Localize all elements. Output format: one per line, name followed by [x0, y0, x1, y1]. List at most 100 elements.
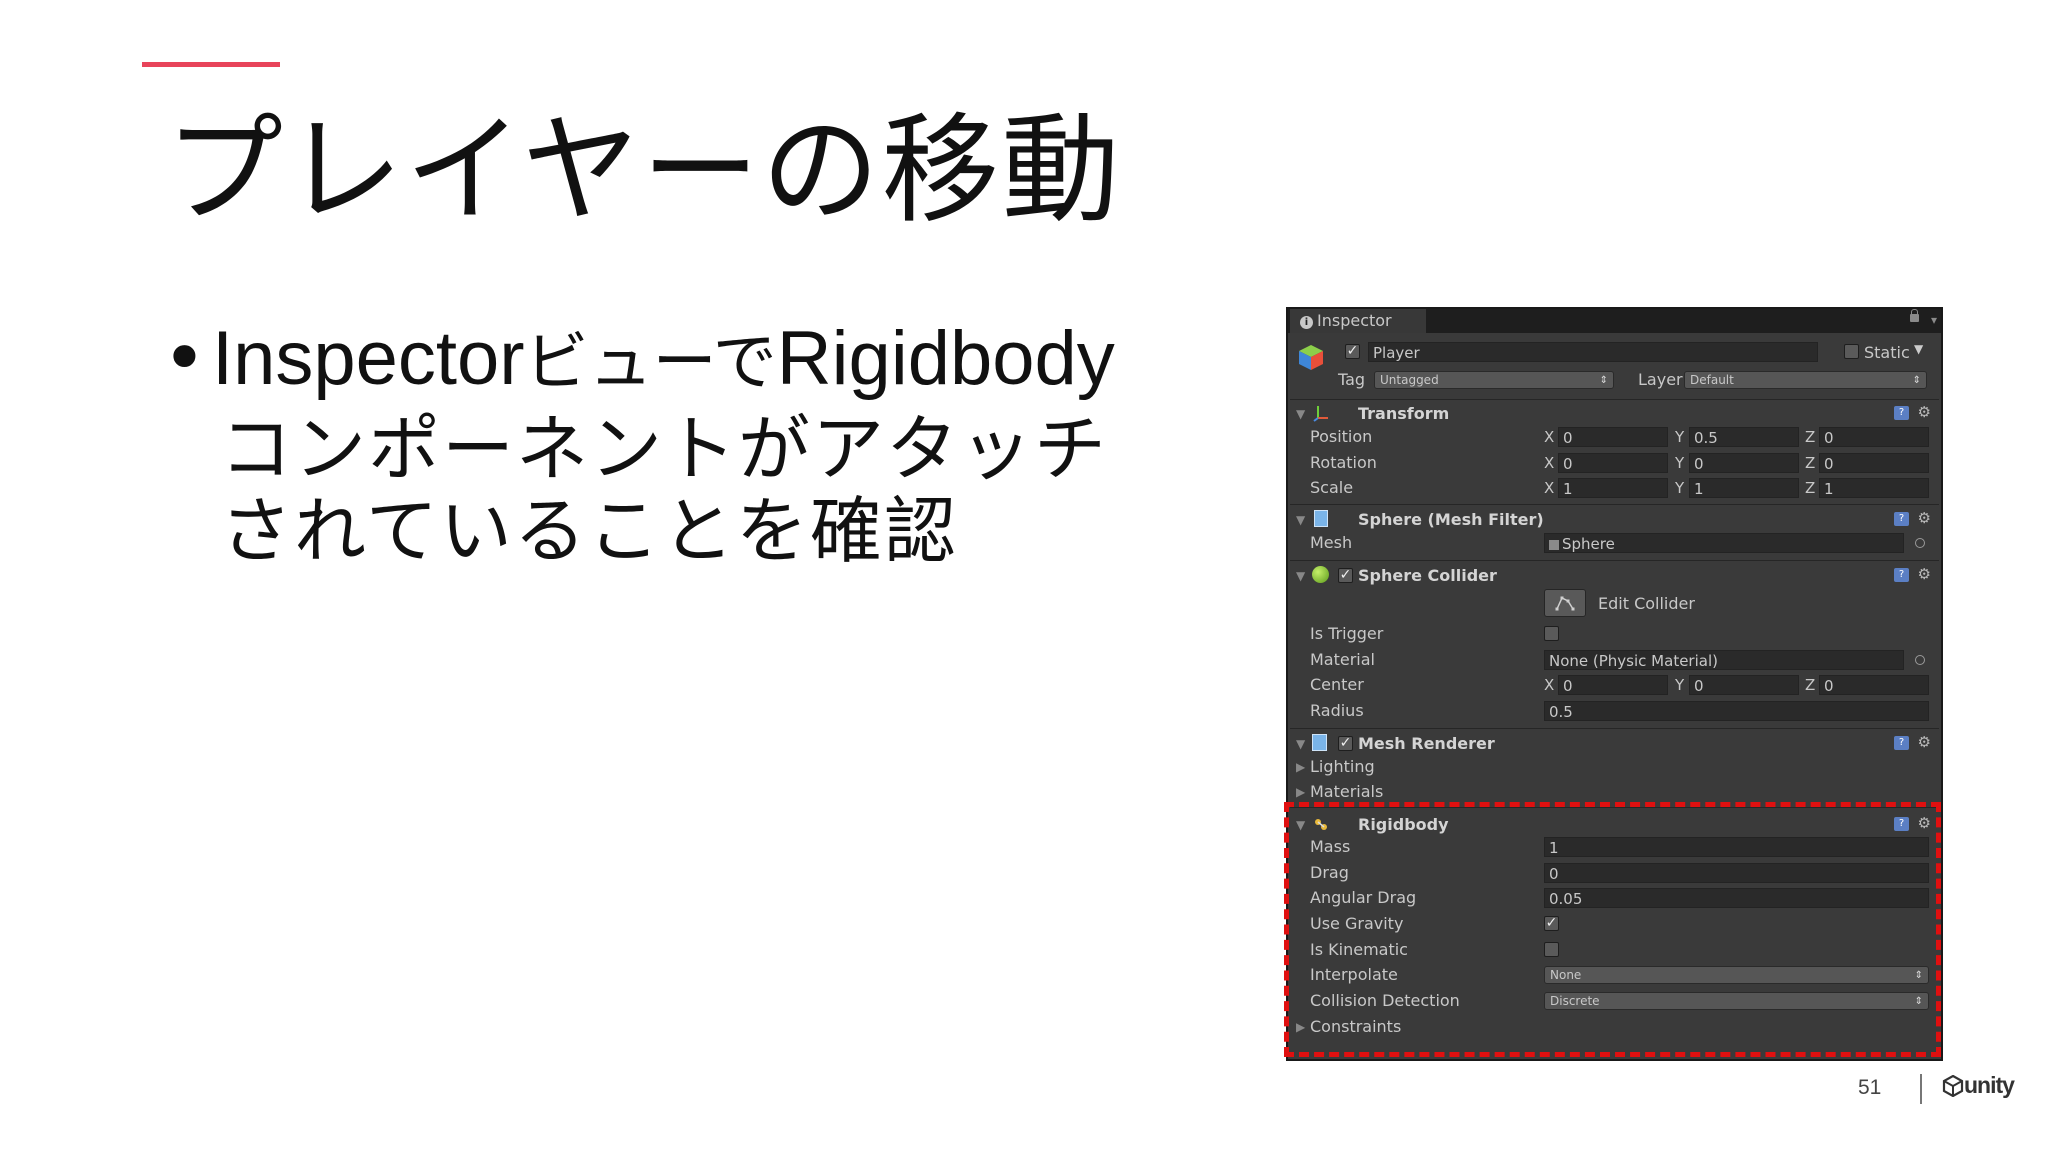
tag-dropdown[interactable]: Untagged ⇕	[1374, 371, 1614, 389]
edit-collider-button[interactable]	[1544, 589, 1586, 617]
mesh-renderer-enabled-checkbox[interactable]: ✓	[1338, 736, 1353, 751]
bullet-text-rigidbody: Rigidbody	[776, 316, 1115, 401]
edit-collider-label: Edit Collider	[1598, 594, 1695, 613]
interpolate-label: Interpolate	[1310, 965, 1398, 984]
fold-right-icon[interactable]: ▶	[1296, 760, 1305, 774]
static-dropdown-icon[interactable]: ▼	[1914, 342, 1923, 356]
object-picker-icon[interactable]	[1915, 655, 1925, 665]
axis-x-label: X	[1544, 428, 1555, 446]
sphere-collider-header[interactable]: ▼ ✓ Sphere Collider ? ⚙	[1288, 563, 1941, 587]
tag-dropdown-value: Untagged	[1380, 373, 1439, 387]
fold-down-icon[interactable]: ▼	[1296, 569, 1305, 583]
transform-title: Transform	[1358, 404, 1450, 423]
is-kinematic-checkbox[interactable]	[1544, 942, 1559, 957]
separator	[1290, 807, 1939, 808]
fold-down-icon[interactable]: ▼	[1296, 513, 1305, 527]
help-icon[interactable]: ?	[1894, 736, 1909, 750]
collision-detection-dropdown[interactable]: Discrete ⇕	[1544, 992, 1929, 1010]
tag-label: Tag	[1338, 370, 1366, 389]
mesh-renderer-title: Mesh Renderer	[1358, 734, 1495, 753]
transform-icon	[1313, 406, 1328, 422]
position-z-field[interactable]: 0	[1819, 427, 1929, 447]
static-label: Static	[1864, 343, 1910, 362]
drag-field[interactable]: 0	[1544, 863, 1929, 883]
fold-down-icon[interactable]: ▼	[1296, 737, 1305, 751]
bullet-line-1: InspectorビューでRigidbody	[212, 315, 1115, 406]
scale-x-field[interactable]: 1	[1558, 478, 1668, 498]
drag-label: Drag	[1310, 863, 1349, 882]
separator	[1290, 504, 1939, 505]
rotation-x-field[interactable]: 0	[1558, 453, 1668, 473]
scale-y-field[interactable]: 1	[1689, 478, 1799, 498]
scale-z-field[interactable]: 1	[1819, 478, 1929, 498]
footer-divider	[1920, 1074, 1922, 1104]
title-accent-line	[142, 62, 280, 67]
mesh-filter-title: Sphere (Mesh Filter)	[1358, 510, 1544, 529]
dropdown-arrows-icon: ⇕	[1914, 996, 1923, 1007]
collision-detection-dropdown-value: Discrete	[1550, 994, 1600, 1008]
position-y-field[interactable]: 0.5	[1689, 427, 1799, 447]
transform-header[interactable]: ▼ Transform ? ⚙	[1288, 401, 1941, 425]
rigidbody-header[interactable]: ▼ Rigidbody ? ⚙	[1288, 812, 1941, 836]
mesh-value: Sphere	[1562, 535, 1615, 553]
fold-right-icon[interactable]: ▶	[1296, 785, 1305, 799]
mesh-renderer-header[interactable]: ▼ ✓ Mesh Renderer ? ⚙	[1288, 731, 1941, 755]
constraints-foldout[interactable]: Constraints	[1310, 1017, 1401, 1036]
axis-y-label: Y	[1675, 428, 1685, 446]
lighting-foldout[interactable]: Lighting	[1310, 757, 1375, 776]
axis-z-label: Z	[1805, 676, 1816, 694]
gear-icon[interactable]: ⚙	[1918, 565, 1931, 583]
center-z-field[interactable]: 0	[1819, 675, 1929, 695]
layer-dropdown[interactable]: Default ⇕	[1684, 371, 1927, 389]
gameobject-name-field[interactable]: Player	[1368, 342, 1818, 362]
separator	[1290, 560, 1939, 561]
interpolate-dropdown[interactable]: None ⇕	[1544, 966, 1929, 984]
gear-icon[interactable]: ⚙	[1918, 733, 1931, 751]
rotation-y-field[interactable]: 0	[1689, 453, 1799, 473]
tab-menu-icon[interactable]: ▾	[1931, 313, 1937, 327]
mesh-object-field[interactable]: Sphere	[1544, 533, 1904, 553]
position-x-field[interactable]: 0	[1558, 427, 1668, 447]
gameobject-active-checkbox[interactable]: ✓	[1345, 344, 1360, 359]
lock-icon[interactable]	[1910, 309, 1919, 322]
axis-z-label: Z	[1805, 454, 1816, 472]
unity-cube-icon	[1942, 1075, 1964, 1097]
object-picker-icon[interactable]	[1915, 538, 1925, 548]
radius-field[interactable]: 0.5	[1544, 701, 1929, 721]
static-checkbox[interactable]	[1844, 344, 1859, 359]
fold-right-icon[interactable]: ▶	[1296, 1020, 1305, 1034]
dropdown-arrows-icon: ⇕	[1599, 375, 1608, 386]
sphere-collider-enabled-checkbox[interactable]: ✓	[1338, 568, 1353, 583]
center-y-field[interactable]: 0	[1689, 675, 1799, 695]
mesh-filter-header[interactable]: ▼ Sphere (Mesh Filter) ? ⚙	[1288, 507, 1941, 531]
center-x-field[interactable]: 0	[1558, 675, 1668, 695]
angular-drag-field[interactable]: 0.05	[1544, 888, 1929, 908]
gear-icon[interactable]: ⚙	[1918, 403, 1931, 421]
axis-y-label: Y	[1675, 676, 1685, 694]
inspector-tab-bar: i Inspector ▾	[1288, 309, 1941, 333]
separator	[1290, 728, 1939, 729]
help-icon[interactable]: ?	[1894, 512, 1909, 526]
unity-logo: unity	[1942, 1072, 2016, 1102]
tab-inspector-label: Inspector	[1317, 311, 1392, 330]
fold-down-icon[interactable]: ▼	[1296, 407, 1305, 421]
dropdown-arrows-icon: ⇕	[1914, 970, 1923, 981]
inspector-panel: i Inspector ▾ ✓ Player Static ▼ Tag Untag…	[1286, 307, 1943, 1061]
scale-label: Scale	[1310, 478, 1354, 497]
rotation-z-field[interactable]: 0	[1819, 453, 1929, 473]
separator	[1290, 399, 1939, 400]
use-gravity-checkbox[interactable]: ✓	[1544, 916, 1559, 931]
fold-down-icon[interactable]: ▼	[1296, 818, 1305, 832]
gear-icon[interactable]: ⚙	[1918, 509, 1931, 527]
help-icon[interactable]: ?	[1894, 568, 1909, 582]
help-icon[interactable]: ?	[1894, 817, 1909, 831]
gear-icon[interactable]: ⚙	[1918, 814, 1931, 832]
physic-material-field[interactable]: None (Physic Material)	[1544, 650, 1904, 670]
is-trigger-checkbox[interactable]	[1544, 626, 1559, 641]
mass-field[interactable]: 1	[1544, 837, 1929, 857]
tab-inspector[interactable]: i Inspector	[1290, 309, 1426, 333]
help-icon[interactable]: ?	[1894, 406, 1909, 420]
materials-foldout[interactable]: Materials	[1310, 782, 1383, 801]
sphere-collider-title: Sphere Collider	[1358, 566, 1497, 585]
mesh-filter-icon	[1314, 510, 1328, 527]
